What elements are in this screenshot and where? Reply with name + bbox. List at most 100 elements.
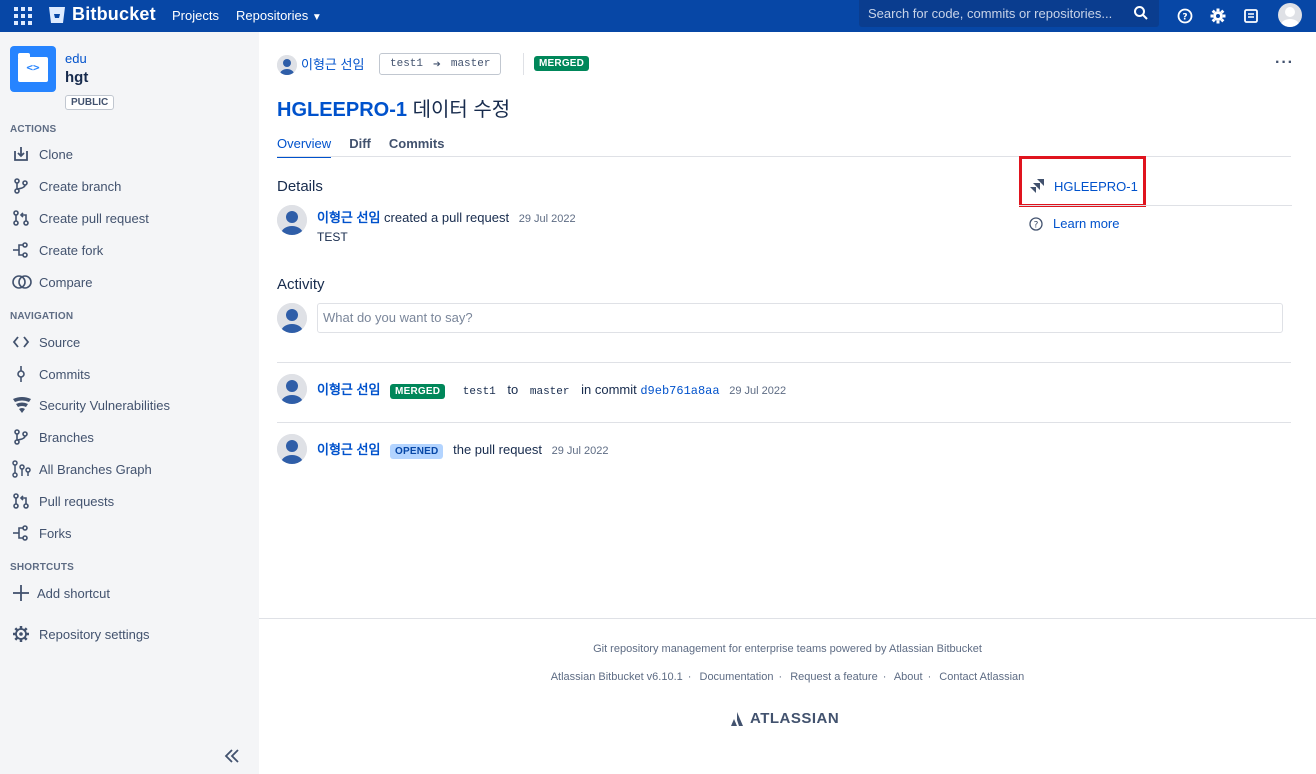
- activity-merged: 이형근 선임 MERGED test1 to master in commit …: [317, 379, 786, 399]
- repository-avatar[interactable]: <>: [10, 46, 56, 92]
- branch-icon: [12, 428, 34, 446]
- sidebar-item-create-fork[interactable]: Create fork: [12, 239, 242, 261]
- details-meta: 이형근 선임 created a pull request 29 Jul 202…: [317, 207, 576, 226]
- compare-icon: [12, 273, 34, 291]
- commit-link[interactable]: d9eb761a8aa: [640, 384, 719, 398]
- status-badge: MERGED: [534, 56, 590, 71]
- divider: [277, 362, 1291, 363]
- details-date: 29 Jul 2022: [518, 213, 576, 225]
- repository-name[interactable]: hgt: [65, 69, 88, 86]
- sidebar-item-label: Pull requests: [39, 493, 115, 509]
- learn-more-link[interactable]: ? Learn more: [1029, 216, 1119, 231]
- activity-date: 29 Jul 2022: [729, 385, 787, 397]
- sidebar-item-clone[interactable]: Clone: [12, 143, 242, 165]
- sidebar-item-label: Source: [39, 334, 81, 350]
- author-avatar[interactable]: [277, 55, 297, 75]
- sidebar-item-repository-settings[interactable]: Repository settings: [12, 623, 242, 645]
- tab-commits[interactable]: Commits: [389, 136, 445, 158]
- branches-graph-icon: [12, 460, 34, 478]
- footer-link-documentation[interactable]: Documentation: [700, 671, 774, 683]
- sidebar: <> edu hgt PUBLIC ACTIONS Clone Create b…: [0, 32, 259, 774]
- top-navigation-bar: Bitbucket Projects Repositories ▼ Search…: [0, 0, 1316, 32]
- project-link[interactable]: edu: [65, 51, 87, 66]
- footer-link-request-feature[interactable]: Request a feature: [790, 671, 877, 683]
- visibility-badge: PUBLIC: [65, 95, 115, 110]
- jira-icon: [1030, 179, 1044, 193]
- pr-description: TEST: [317, 230, 348, 244]
- author-avatar[interactable]: [277, 434, 307, 464]
- fork-icon: [12, 241, 34, 259]
- target-branch: master: [529, 386, 570, 398]
- whats-new-icon[interactable]: [1241, 6, 1261, 26]
- in-commit-label: in commit: [581, 382, 637, 397]
- sidebar-item-create-branch[interactable]: Create branch: [12, 175, 242, 197]
- svg-text:?: ?: [1034, 220, 1039, 230]
- footer-tagline: Git repository management for enterprise…: [593, 643, 982, 655]
- divider: [523, 53, 524, 75]
- divider: [1019, 205, 1292, 206]
- search-input[interactable]: Search for code, commits or repositories…: [859, 0, 1159, 27]
- footer-link-contact[interactable]: Contact Atlassian: [939, 671, 1024, 683]
- sidebar-item-all-branches-graph[interactable]: All Branches Graph: [12, 458, 242, 480]
- bitbucket-icon: [49, 6, 65, 23]
- sidebar-item-add-shortcut[interactable]: Add shortcut: [12, 582, 242, 604]
- activity-author[interactable]: 이형근 선임: [317, 382, 380, 397]
- footer-link-about[interactable]: About: [894, 671, 923, 683]
- sidebar-item-label: Create fork: [39, 242, 104, 258]
- to-label: to: [507, 382, 519, 397]
- gear-icon[interactable]: [1208, 6, 1228, 26]
- help-icon[interactable]: ?: [1175, 6, 1195, 26]
- pr-author[interactable]: 이형근 선임: [301, 54, 364, 73]
- sidebar-item-forks[interactable]: Forks: [12, 522, 242, 544]
- nav-repositories[interactable]: Repositories ▼: [236, 8, 322, 23]
- nav-projects[interactable]: Projects: [172, 8, 219, 23]
- arrow-right-icon: ➔: [433, 56, 441, 72]
- jira-issue-link[interactable]: HGLEEPRO-1: [1029, 178, 1138, 194]
- footer-link-version[interactable]: Atlassian Bitbucket v6.10.1: [551, 671, 683, 683]
- chevron-down-icon: ▼: [311, 12, 322, 23]
- actions-heading: ACTIONS: [10, 124, 57, 135]
- more-actions-icon[interactable]: ···: [1275, 54, 1294, 72]
- sidebar-item-commits[interactable]: Commits: [12, 363, 242, 385]
- comment-placeholder: What do you want to say?: [323, 310, 473, 325]
- details-author[interactable]: 이형근 선임: [317, 210, 380, 225]
- footer-links: Atlassian Bitbucket v6.10.1 · Documentati…: [550, 671, 1025, 683]
- sidebar-item-create-pull-request[interactable]: Create pull request: [12, 207, 242, 229]
- tab-diff[interactable]: Diff: [349, 136, 371, 158]
- app-switcher-icon[interactable]: [13, 6, 33, 26]
- sidebar-item-label: Add shortcut: [37, 585, 110, 601]
- opened-badge: OPENED: [390, 444, 444, 459]
- pr-key: HGLEEPRO-1: [277, 99, 408, 121]
- author-avatar[interactable]: [277, 374, 307, 404]
- search-placeholder: Search for code, commits or repositories…: [868, 6, 1113, 21]
- help-icon: ?: [1029, 216, 1043, 231]
- activity-heading: Activity: [277, 276, 325, 293]
- source-branch[interactable]: test1: [390, 58, 423, 70]
- jira-issue-key: HGLEEPRO-1: [1054, 178, 1138, 194]
- code-icon: [12, 333, 34, 351]
- target-branch[interactable]: master: [451, 58, 491, 70]
- author-avatar[interactable]: [277, 205, 307, 235]
- sidebar-item-label: Commits: [39, 366, 91, 382]
- sidebar-item-branches[interactable]: Branches: [12, 426, 242, 448]
- activity-author[interactable]: 이형근 선임: [317, 442, 380, 457]
- sidebar-item-label: Create pull request: [39, 210, 149, 226]
- search-icon[interactable]: [1133, 5, 1149, 21]
- comment-input[interactable]: What do you want to say?: [317, 303, 1283, 333]
- sidebar-item-compare[interactable]: Compare: [12, 271, 242, 293]
- page-title: HGLEEPRO-1 데이터 수정: [277, 93, 510, 122]
- atlassian-logo[interactable]: ATLASSIAN: [729, 710, 839, 727]
- sidebar-item-pull-requests[interactable]: Pull requests: [12, 490, 242, 512]
- bitbucket-logo[interactable]: Bitbucket: [48, 4, 156, 25]
- nav-repositories-label: Repositories: [236, 8, 309, 23]
- collapse-sidebar-icon[interactable]: [222, 746, 242, 766]
- branch-path: test1 ➔ master: [379, 53, 502, 75]
- user-avatar[interactable]: [1278, 3, 1302, 27]
- sidebar-item-label: Security Vulnerabilities: [39, 397, 171, 413]
- sidebar-item-source[interactable]: Source: [12, 331, 242, 353]
- pr-tabs: Overview Diff Commits: [277, 136, 462, 158]
- sidebar-item-security-vulnerabilities[interactable]: Security Vulnerabilities: [12, 394, 242, 416]
- tab-overview[interactable]: Overview: [277, 136, 332, 158]
- fork-icon: [12, 524, 34, 542]
- plus-icon: [12, 584, 32, 602]
